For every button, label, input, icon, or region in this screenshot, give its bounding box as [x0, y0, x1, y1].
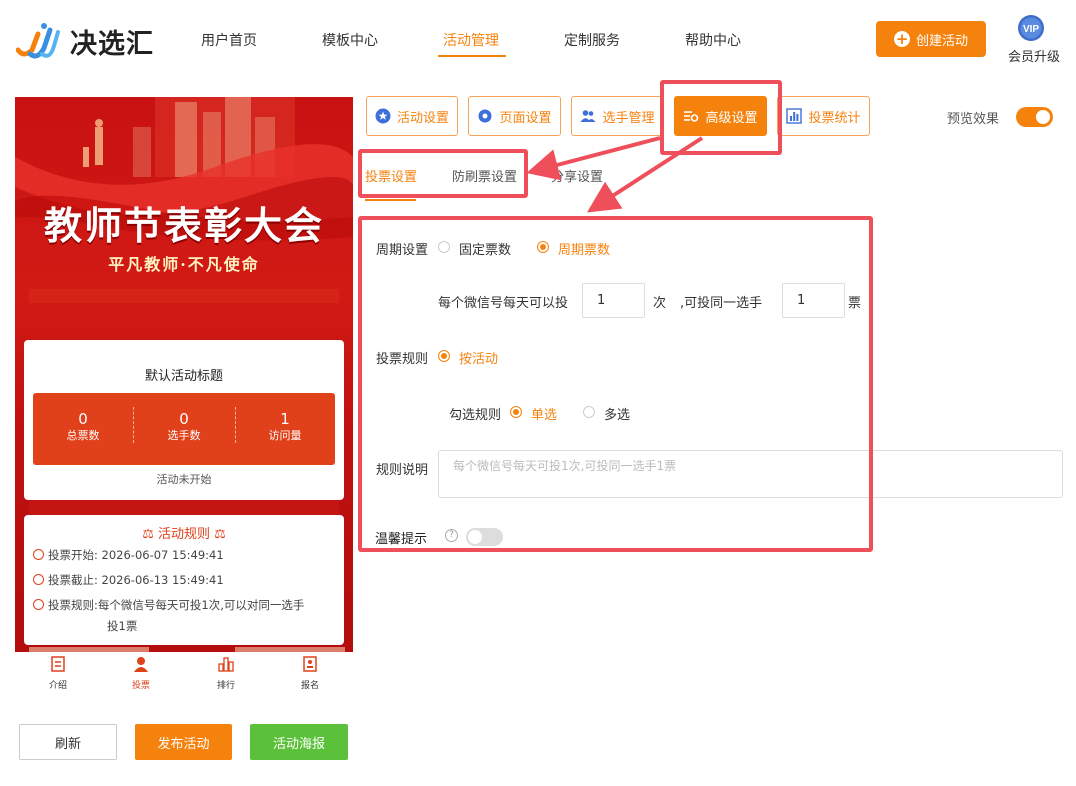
arrow-to-form	[586, 136, 704, 213]
annotation-arrows	[526, 136, 704, 213]
arrow-to-subtabs	[526, 136, 661, 181]
